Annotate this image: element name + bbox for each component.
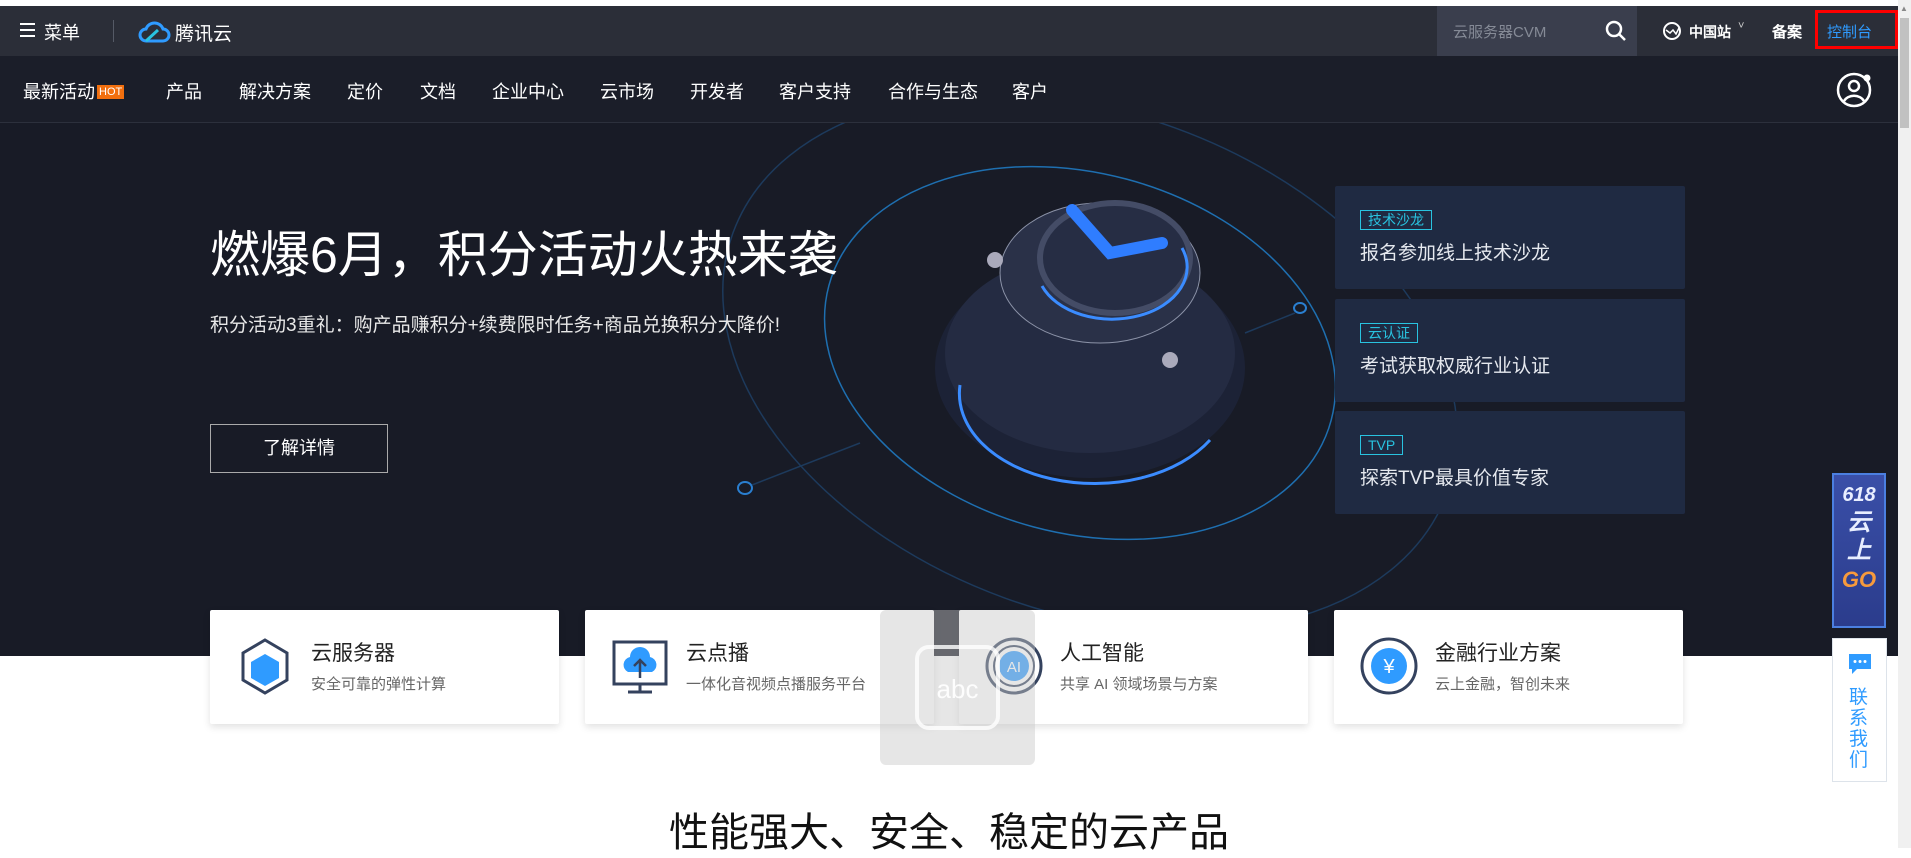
cube-icon [241,638,289,695]
hot-badge: HOT [97,85,125,99]
scrollbar[interactable]: ▲ [1898,0,1911,848]
nav-item-customers[interactable]: 客户 [1012,78,1048,104]
card-desc: 云上金融，智创未来 [1435,676,1571,693]
section-heading: 性能强大、安全、稳定的云产品 [669,811,1229,855]
scrollbar-thumb[interactable] [1900,18,1909,128]
card-title: 金融行业方案 [1435,642,1561,665]
chevron-down-icon[interactable]: ˅ [1738,20,1744,32]
watermark-text: abc [915,645,1000,730]
search-input[interactable]: 云服务器CVM [1453,21,1546,42]
cloud-upload-icon [612,640,668,694]
top-bar: 菜单 腾讯云 云服务器CVM 中国站 ˅ 备案 控制台 [0,6,1898,56]
banner-go: GO [1841,567,1877,592]
card-title: 人工智能 [1060,642,1144,665]
console-link[interactable]: 控制台 [1827,21,1872,42]
yen-coin-icon: ¥ [1360,637,1418,695]
side-card-tag: TVP [1360,435,1404,455]
nav-item-products[interactable]: 产品 [166,78,202,104]
user-avatar-icon[interactable] [1835,70,1875,110]
banner-line1: 云 [1847,509,1871,536]
side-card-tag: 技术沙龙 [1360,210,1432,230]
side-card-title: 探索TVP最具价值专家 [1360,468,1549,489]
menu-icon[interactable] [20,23,35,37]
nav-item-developers[interactable]: 开发者 [690,78,744,104]
svg-text:¥: ¥ [1382,656,1395,678]
globe-icon[interactable] [1662,21,1682,41]
card-desc: 安全可靠的弹性计算 [311,676,447,693]
banner-line2: 上 [1847,537,1871,564]
divider [113,20,114,42]
side-card-title: 报名参加线上技术沙龙 [1360,243,1551,264]
card-desc: 共享 AI 领域场景与方案 [1060,676,1218,693]
card-title: 云点播 [686,642,749,665]
product-card-finance[interactable]: ¥ 金融行业方案云上金融，智创未来 [1334,610,1683,724]
side-card-certification[interactable]: 云认证考试获取权威行业认证 [1335,299,1685,402]
scroll-up-icon[interactable]: ▲ [1900,4,1908,13]
side-card-tag: 云认证 [1360,323,1418,343]
nav-item-docs[interactable]: 文档 [420,78,456,104]
side-card-title: 考试获取权威行业认证 [1360,356,1551,377]
search-icon[interactable] [1605,20,1627,42]
nav-item-pricing[interactable]: 定价 [347,78,383,104]
side-card-salon[interactable]: 技术沙龙报名参加线上技术沙龙 [1335,186,1685,289]
promo-618-banner[interactable]: 618 云 上 GO [1832,473,1886,628]
contact-label: 联系我们 [1849,687,1869,771]
learn-more-button[interactable]: 了解详情 [210,424,388,473]
contact-us-button[interactable]: 联系我们 [1832,638,1887,782]
nav-item-latest[interactable]: 最新活动 HOT [23,78,125,104]
watermark-overlay: abc [880,610,1035,765]
card-title: 云服务器 [311,642,395,665]
beian-link[interactable]: 备案 [1772,21,1802,42]
hero-subtitle: 积分活动3重礼：购产品赚积分+续费限时任务+商品兑换积分大降价! [210,315,781,336]
nav-item-solutions[interactable]: 解决方案 [239,78,311,104]
banner-618: 618 [1842,484,1876,506]
product-card-cvm[interactable]: 云服务器安全可靠的弹性计算 [210,610,559,724]
menu-label[interactable]: 菜单 [44,19,80,45]
nav-item-enterprise[interactable]: 企业中心 [492,78,564,104]
tencent-cloud-logo-icon[interactable] [138,21,172,43]
card-desc: 一体化音视频点播服务平台 [686,676,867,693]
region-selector[interactable]: 中国站 [1689,22,1731,42]
search-box[interactable]: 云服务器CVM [1437,6,1637,56]
logo-text[interactable]: 腾讯云 [175,19,232,46]
chat-icon [1849,654,1871,674]
nav-label: 最新活动 [23,82,95,102]
side-card-tvp[interactable]: TVP 探索TVP最具价值专家 [1335,411,1685,514]
nav-item-marketplace[interactable]: 云市场 [600,78,654,104]
nav-item-partners[interactable]: 合作与生态 [888,78,978,104]
nav-item-support[interactable]: 客户支持 [779,78,851,104]
main-nav: 最新活动 HOT 产品 解决方案 定价 文档 企业中心 云市场 开发者 客户支持 … [0,56,1898,123]
hero-title: 燃爆6月，积分活动火热来袭 [210,227,838,283]
